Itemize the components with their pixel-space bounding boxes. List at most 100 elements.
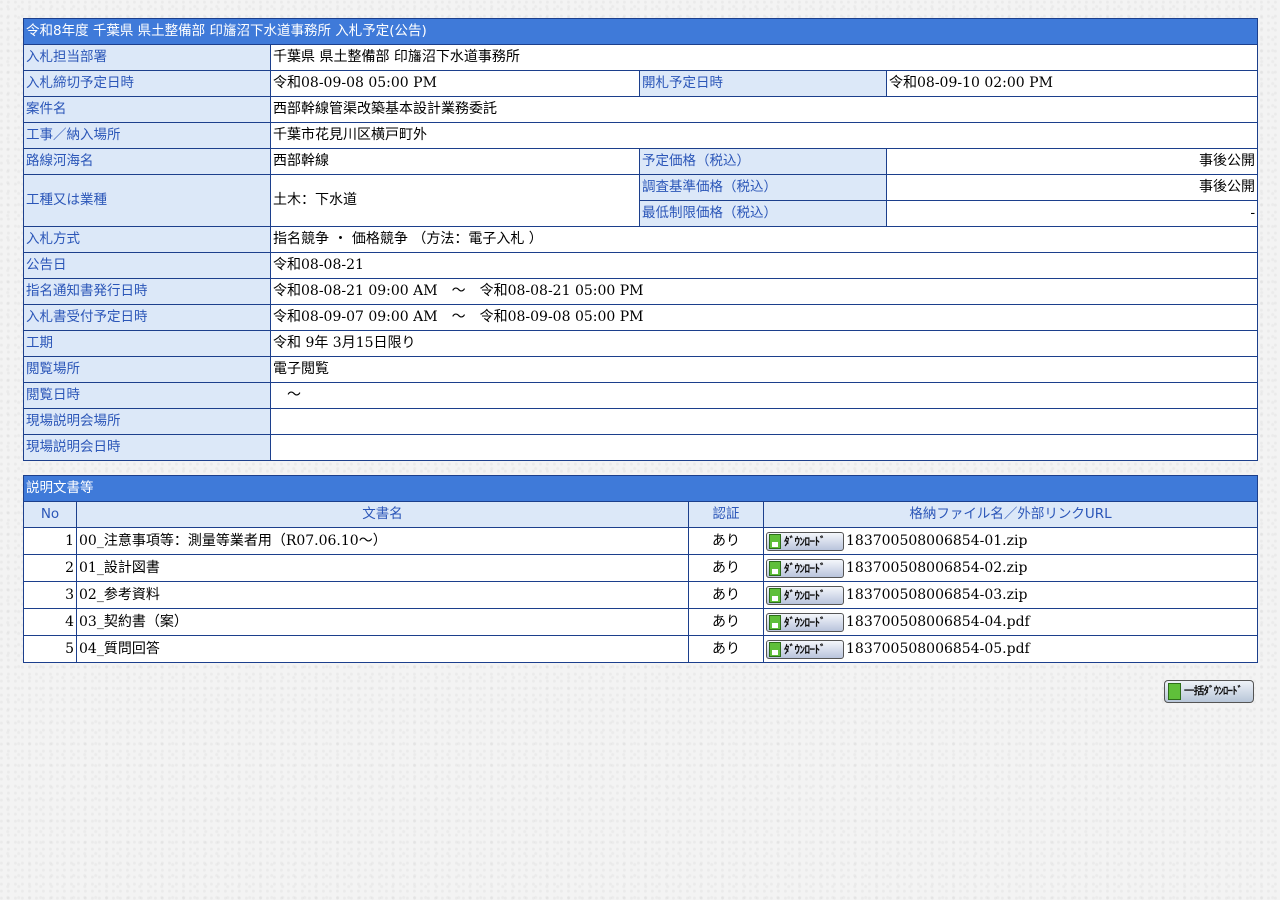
value-department: 千葉県 県土整備部 印旛沼下水道事務所 <box>269 44 1259 71</box>
doc-file-name: 183700508006854-03.zip <box>846 587 1028 603</box>
doc-cert: あり <box>688 527 764 555</box>
download-icon <box>1168 683 1181 700</box>
label-term: 工期 <box>23 330 271 357</box>
label-bid-acceptance: 入札書受付予定日時 <box>23 304 271 331</box>
value-viewing-date: ～ <box>269 382 1259 409</box>
bid-info-table: 令和8年度 千葉県 県土整備部 印旛沼下水道事務所 入札予定(公告) 入札担当部… <box>22 18 1259 461</box>
doc-cert: あり <box>688 635 764 663</box>
value-bid-deadline: 令和08-09-08 05:00 PM <box>270 70 640 97</box>
doc-no: 1 <box>23 527 77 555</box>
doc-name: 01_設計図書 <box>76 554 689 582</box>
download-button[interactable]: ﾀﾞｳﾝﾛｰﾄﾞ <box>766 558 844 578</box>
doc-file-name: 183700508006854-05.pdf <box>846 641 1030 657</box>
value-opening-date: 令和08-09-10 02:00 PM <box>885 70 1259 97</box>
value-viewing-place: 電子閲覧 <box>269 356 1259 383</box>
doc-cert: あり <box>688 581 764 609</box>
header-no: No <box>23 501 77 528</box>
value-nomination-notice: 令和08-08-21 09:00 AM ～ 令和08-08-21 05:00 P… <box>269 278 1259 305</box>
download-button-label: ﾀﾞｳﾝﾛｰﾄﾞ <box>784 615 826 629</box>
download-button-label: ﾀﾞｳﾝﾛｰﾄﾞ <box>784 534 826 548</box>
label-planned-price: 予定価格（税込） <box>639 148 887 175</box>
info-row: 指名通知書発行日時 令和08-08-21 09:00 AM ～ 令和08-08-… <box>23 278 1259 305</box>
info-row: 路線河海名 西部幹線 予定価格（税込） 事後公開 <box>23 148 1259 175</box>
doc-name: 03_契約書（案） <box>76 608 689 636</box>
value-announce-date: 令和08-08-21 <box>269 252 1259 279</box>
documents-header-row: No 文書名 認証 格納ファイル名／外部リンクURL <box>23 501 1258 528</box>
doc-file-name: 183700508006854-02.zip <box>846 560 1028 576</box>
label-site-briefing-date: 現場説明会日時 <box>23 434 271 461</box>
download-button[interactable]: ﾀﾞｳﾝﾛｰﾄﾞ <box>766 531 844 551</box>
value-bid-method: 指名競争 ・ 価格競争 （方法：電子入札 ） <box>269 226 1259 253</box>
value-site-briefing-place <box>269 408 1259 435</box>
doc-file-cell: ﾀﾞｳﾝﾛｰﾄﾞ 183700508006854-02.zip <box>763 554 1258 582</box>
label-bid-deadline: 入札締切予定日時 <box>23 70 271 97</box>
bulk-download-label: 一括ﾀﾞｳﾝﾛｰﾄﾞ <box>1184 685 1243 697</box>
doc-file-name: 183700508006854-01.zip <box>846 533 1028 549</box>
value-planned-price: 事後公開 <box>885 148 1259 175</box>
download-button[interactable]: ﾀﾞｳﾝﾛｰﾄﾞ <box>766 585 844 605</box>
value-route-name: 西部幹線 <box>270 148 640 175</box>
label-route-name: 路線河海名 <box>23 148 271 175</box>
label-minimum-price: 最低制限価格（税込） <box>639 200 887 227</box>
doc-file-cell: ﾀﾞｳﾝﾛｰﾄﾞ 183700508006854-03.zip <box>763 581 1258 609</box>
table-row: 1 00_注意事項等：測量等業者用（R07.06.10～） あり ﾀﾞｳﾝﾛｰﾄ… <box>23 527 1258 555</box>
doc-file-cell: ﾀﾞｳﾝﾛｰﾄﾞ 183700508006854-01.zip <box>763 527 1258 555</box>
doc-name: 02_参考資料 <box>76 581 689 609</box>
info-row: 現場説明会場所 <box>23 408 1259 435</box>
label-nomination-notice: 指名通知書発行日時 <box>23 278 271 305</box>
doc-cert: あり <box>688 608 764 636</box>
value-site-briefing-date <box>269 434 1259 461</box>
info-row: 公告日 令和08-08-21 <box>23 252 1259 279</box>
doc-no: 2 <box>23 554 77 582</box>
info-row: 入札締切予定日時 令和08-09-08 05:00 PM 開札予定日時 令和08… <box>23 70 1259 97</box>
info-row: 工期 令和 9年 3月15日限り <box>23 330 1259 357</box>
label-work-type: 工種又は業種 <box>23 174 271 227</box>
label-bid-method: 入札方式 <box>23 226 271 253</box>
info-row: 入札担当部署 千葉県 県土整備部 印旛沼下水道事務所 <box>23 44 1259 71</box>
table-row: 4 03_契約書（案） あり ﾀﾞｳﾝﾛｰﾄﾞ 183700508006854-0… <box>23 608 1258 636</box>
bulk-download-button[interactable]: 一括ﾀﾞｳﾝﾛｰﾄﾞ <box>1164 680 1254 703</box>
table-row: 3 02_参考資料 あり ﾀﾞｳﾝﾛｰﾄﾞ 183700508006854-03.… <box>23 581 1258 609</box>
doc-no: 5 <box>23 635 77 663</box>
doc-file-cell: ﾀﾞｳﾝﾛｰﾄﾞ 183700508006854-05.pdf <box>763 635 1258 663</box>
label-announce-date: 公告日 <box>23 252 271 279</box>
doc-no: 3 <box>23 581 77 609</box>
label-site-briefing-place: 現場説明会場所 <box>23 408 271 435</box>
info-row: 閲覧日時 ～ <box>23 382 1259 409</box>
label-location: 工事／納入場所 <box>23 122 271 149</box>
label-department: 入札担当部署 <box>23 44 271 71</box>
label-viewing-date: 閲覧日時 <box>23 382 271 409</box>
value-minimum-price: - <box>885 200 1259 227</box>
download-button-label: ﾀﾞｳﾝﾛｰﾄﾞ <box>784 561 826 575</box>
label-opening-date: 開札予定日時 <box>639 70 887 97</box>
info-row: 入札書受付予定日時 令和08-09-07 09:00 AM ～ 令和08-09-… <box>23 304 1259 331</box>
info-row: 閲覧場所 電子閲覧 <box>23 356 1259 383</box>
value-location: 千葉市花見川区横戸町外 <box>269 122 1259 149</box>
doc-name: 04_質問回答 <box>76 635 689 663</box>
header-certification: 認証 <box>688 501 764 528</box>
info-row: 工事／納入場所 千葉市花見川区横戸町外 <box>23 122 1259 149</box>
info-row: 入札方式 指名競争 ・ 価格競争 （方法：電子入札 ） <box>23 226 1259 253</box>
header-document-name: 文書名 <box>76 501 689 528</box>
download-icon <box>769 587 781 603</box>
documents-title: 説明文書等 <box>23 475 1258 502</box>
download-button[interactable]: ﾀﾞｳﾝﾛｰﾄﾞ <box>766 612 844 632</box>
download-icon <box>769 614 781 630</box>
value-term: 令和 9年 3月15日限り <box>269 330 1259 357</box>
table-row: 5 04_質問回答 あり ﾀﾞｳﾝﾛｰﾄﾞ 183700508006854-05.… <box>23 635 1258 663</box>
doc-cert: あり <box>688 554 764 582</box>
download-button-label: ﾀﾞｳﾝﾛｰﾄﾞ <box>784 588 826 602</box>
value-survey-price: 事後公開 <box>885 174 1259 201</box>
download-button-label: ﾀﾞｳﾝﾛｰﾄﾞ <box>784 642 826 656</box>
documents-table: 説明文書等 No 文書名 認証 格納ファイル名／外部リンクURL 1 00_注意… <box>23 475 1258 663</box>
download-icon <box>769 641 781 657</box>
download-button[interactable]: ﾀﾞｳﾝﾛｰﾄﾞ <box>766 639 844 659</box>
value-bid-acceptance: 令和08-09-07 09:00 AM ～ 令和08-09-08 05:00 P… <box>269 304 1259 331</box>
info-row: 工種又は業種 土木：下水道 調査基準価格（税込） 事後公開 <box>23 174 1259 227</box>
info-row: 現場説明会日時 <box>23 434 1259 461</box>
download-icon <box>769 560 781 576</box>
value-work-type: 土木：下水道 <box>270 174 640 227</box>
doc-name: 00_注意事項等：測量等業者用（R07.06.10～） <box>76 527 689 555</box>
label-project-name: 案件名 <box>23 96 271 123</box>
header-file-name: 格納ファイル名／外部リンクURL <box>763 501 1258 528</box>
